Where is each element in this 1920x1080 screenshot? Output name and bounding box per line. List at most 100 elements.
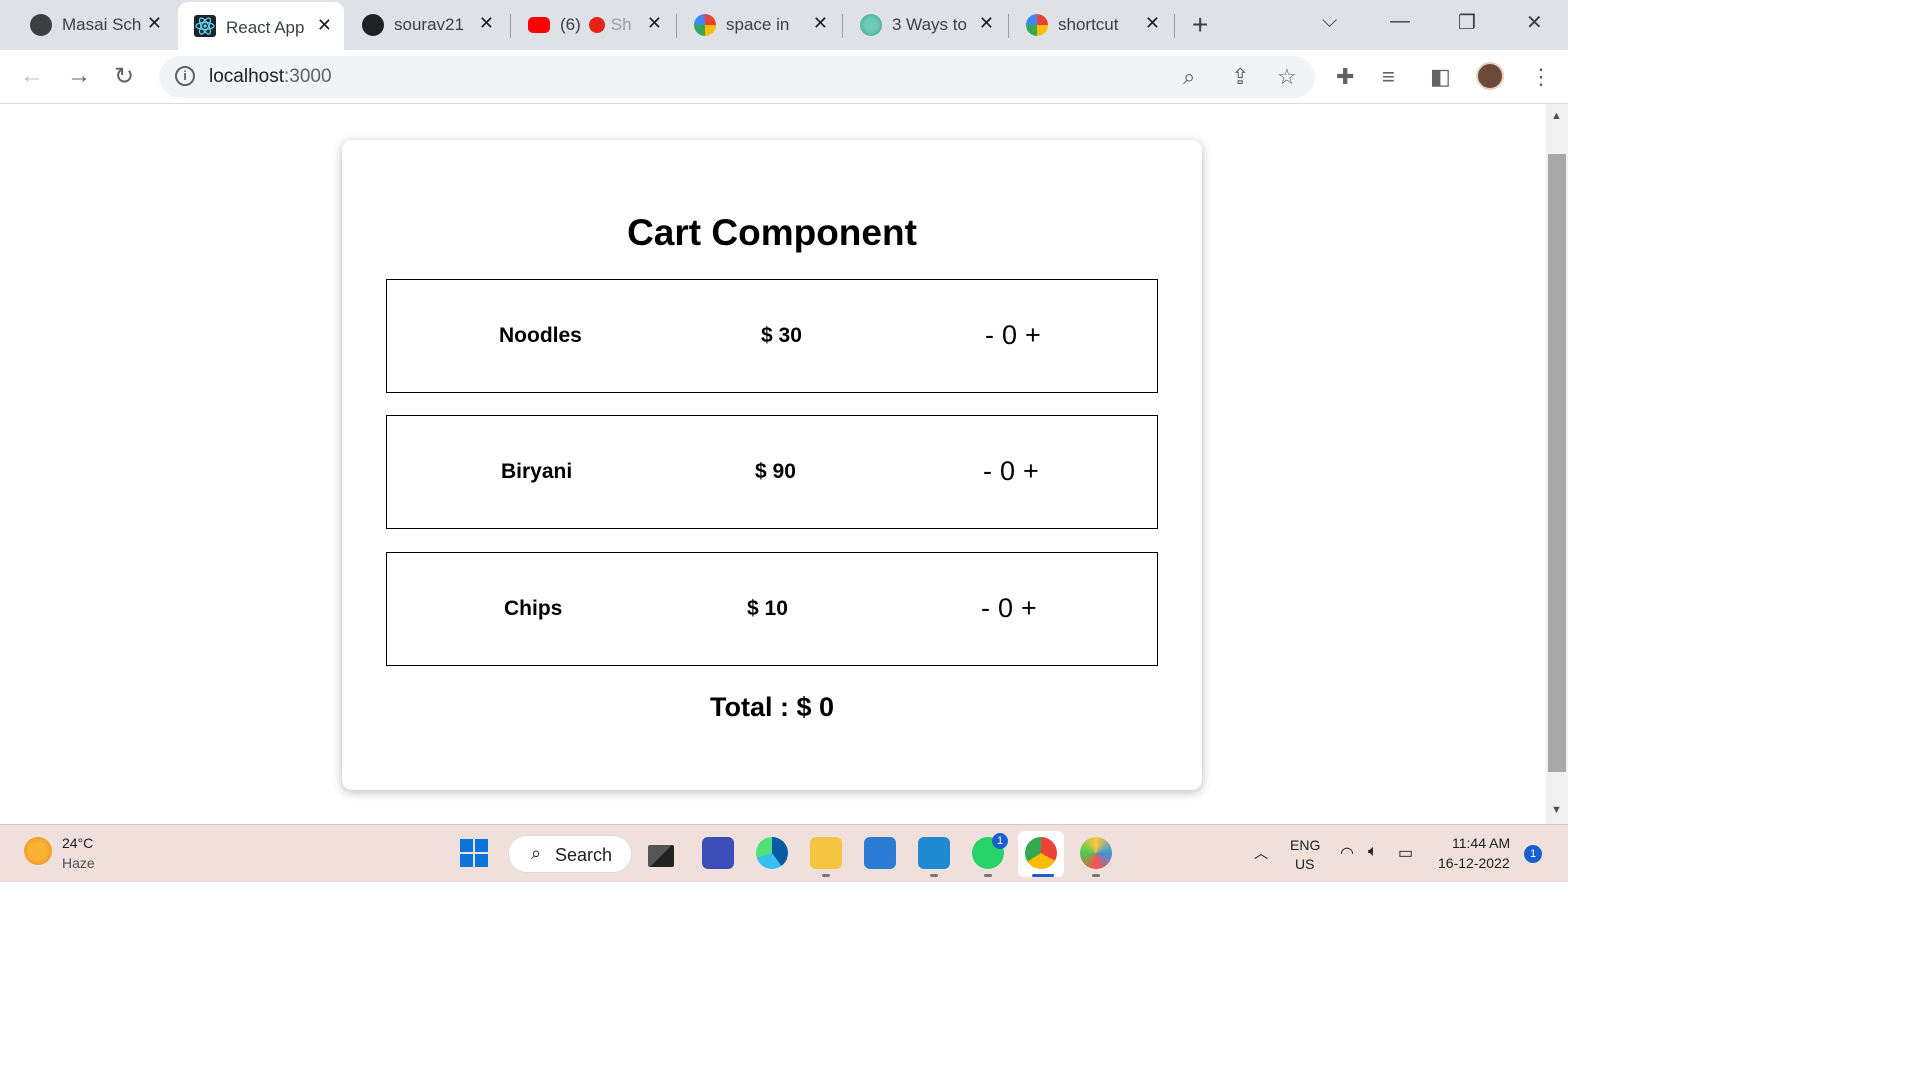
share-icon[interactable]: ⇪ [1231,64,1249,90]
tab-separator [842,14,843,38]
close-icon[interactable]: ✕ [479,13,494,34]
tab-search-chevron-icon[interactable]: ⌵ [1322,10,1337,33]
tab-label: shortcut [1058,15,1119,34]
increment-button[interactable]: + [1025,320,1041,351]
browser-toolbar: ← → ↻ i localhost:3000 ⌕ ⇪ ☆ ✚ ≡ ◧ ⋮ [0,50,1568,104]
tab-separator [1008,14,1009,38]
notification-badge[interactable]: 1 [1524,845,1542,863]
increment-button[interactable]: + [1023,456,1039,487]
scroll-up-icon[interactable]: ▲ [1551,110,1562,122]
globe-icon [30,14,52,36]
back-button[interactable]: ← [20,62,44,90]
tab-label: (6) [560,15,581,34]
windows-logo-icon [460,839,473,852]
tab-label-extra: Sh [610,15,632,34]
address-url: localhost:3000 [209,66,332,87]
total-value: $ 0 [796,692,835,722]
search-label: Search [555,845,613,865]
close-icon[interactable]: ✕ [979,13,994,34]
extensions-icon[interactable]: ✚ [1336,64,1354,90]
decrement-button[interactable]: - [985,320,994,351]
file-explorer-icon[interactable] [810,837,842,869]
search-icon: ⌕ [531,843,542,863]
react-icon [194,15,216,37]
bookmark-star-icon[interactable]: ☆ [1277,64,1297,90]
page-title: Cart Component [627,212,917,253]
running-indicator [1092,874,1100,877]
battery-icon[interactable]: ▭ [1398,843,1413,863]
quantity-value: 0 [1002,320,1018,350]
vscode-icon[interactable] [918,837,950,869]
tab-google-space[interactable]: space in ✕ [678,6,840,44]
decrement-button[interactable]: - [983,456,992,487]
edge-icon[interactable] [756,837,788,869]
close-icon[interactable]: ✕ [1145,13,1160,34]
weather-temperature[interactable]: 24°C [62,835,93,851]
taskbar-search[interactable]: ⌕ Search [508,835,632,873]
reload-button[interactable]: ↻ [114,62,134,91]
scroll-thumb[interactable] [1548,154,1566,772]
github-icon [362,14,384,36]
chevron-up-icon[interactable]: ︿ [1254,843,1268,863]
address-bar[interactable]: i localhost:3000 ⌕ ⇪ ☆ [159,56,1315,98]
zoom-icon[interactable]: ⌕ [1183,64,1195,90]
quantity-value: 0 [1000,456,1016,486]
close-icon[interactable]: ✕ [647,13,662,34]
language-region[interactable]: US [1295,856,1314,872]
menu-kebab-icon[interactable]: ⋮ [1530,64,1552,90]
tab-3-ways[interactable]: 3 Ways to ✕ [844,6,1006,44]
quantity-stepper: - 0 + [985,320,1041,351]
minimize-button[interactable]: — [1390,10,1410,33]
decrement-button[interactable]: - [981,593,990,624]
google-icon [694,14,716,36]
scroll-down-icon[interactable]: ▼ [1551,804,1562,816]
mail-icon[interactable] [864,837,896,869]
media-control-icon[interactable]: ≡ [1382,64,1395,90]
running-indicator [822,874,830,877]
site-info-icon[interactable]: i [175,66,195,86]
app-icon[interactable] [702,837,734,869]
paint-icon[interactable] [1080,837,1112,869]
cart-item-biryani: Biryani $ 90 - 0 + [386,415,1158,529]
clock-time[interactable]: 11:44 AM [1452,835,1510,851]
tab-masai-school[interactable]: Masai School ✕ [14,6,174,44]
side-panel-icon[interactable]: ◧ [1430,64,1451,90]
chrome-icon[interactable] [1025,837,1057,869]
close-icon[interactable]: ✕ [147,13,162,34]
weather-haze-icon[interactable] [24,837,52,865]
language-indicator[interactable]: ENG [1290,837,1320,853]
close-icon[interactable]: ✕ [317,15,332,36]
tab-youtube[interactable]: (6) Sh ✕ [512,6,674,44]
tab-separator [510,14,511,38]
clock-date[interactable]: 16-12-2022 [1438,855,1510,871]
quantity-stepper: - 0 + [983,456,1039,487]
tab-label: sourav21 [394,15,464,34]
tab-google-shortcut[interactable]: shortcut ✕ [1010,6,1172,44]
close-window-button[interactable]: ✕ [1526,10,1543,35]
item-price: $ 90 [755,460,796,483]
weather-description[interactable]: Haze [62,855,95,871]
running-indicator [984,874,992,877]
forward-button[interactable]: → [67,62,91,90]
profile-avatar[interactable] [1476,62,1504,90]
tab-label: 3 Ways to [892,15,967,34]
close-icon[interactable]: ✕ [813,13,828,34]
quantity-stepper: - 0 + [981,593,1037,624]
new-tab-button[interactable]: + [1192,9,1208,41]
tab-github[interactable]: sourav21 ✕ [346,6,506,44]
google-icon [1026,14,1048,36]
windows-taskbar: 24°C Haze ⌕ Search 1 ︿ ENG US ◠ 🔈︎ ▭ 11:… [0,824,1568,882]
volume-icon[interactable]: 🔈︎ [1368,843,1378,861]
increment-button[interactable]: + [1021,593,1037,624]
active-indicator [1032,874,1054,877]
wifi-icon[interactable]: ◠ [1340,843,1354,863]
start-button[interactable] [460,839,488,867]
cart-total: Total : $ 0 [342,692,1202,723]
restore-button[interactable]: ❐ [1458,10,1476,35]
task-view-icon[interactable] [648,845,674,867]
page-viewport: Cart Component Noodles $ 30 - 0 + Biryan… [0,104,1546,824]
item-name: Chips [504,597,563,620]
page-scrollbar[interactable]: ▲ ▼ [1546,104,1568,824]
tab-react-app[interactable]: React App ✕ [178,2,344,50]
web-icon [860,14,882,36]
